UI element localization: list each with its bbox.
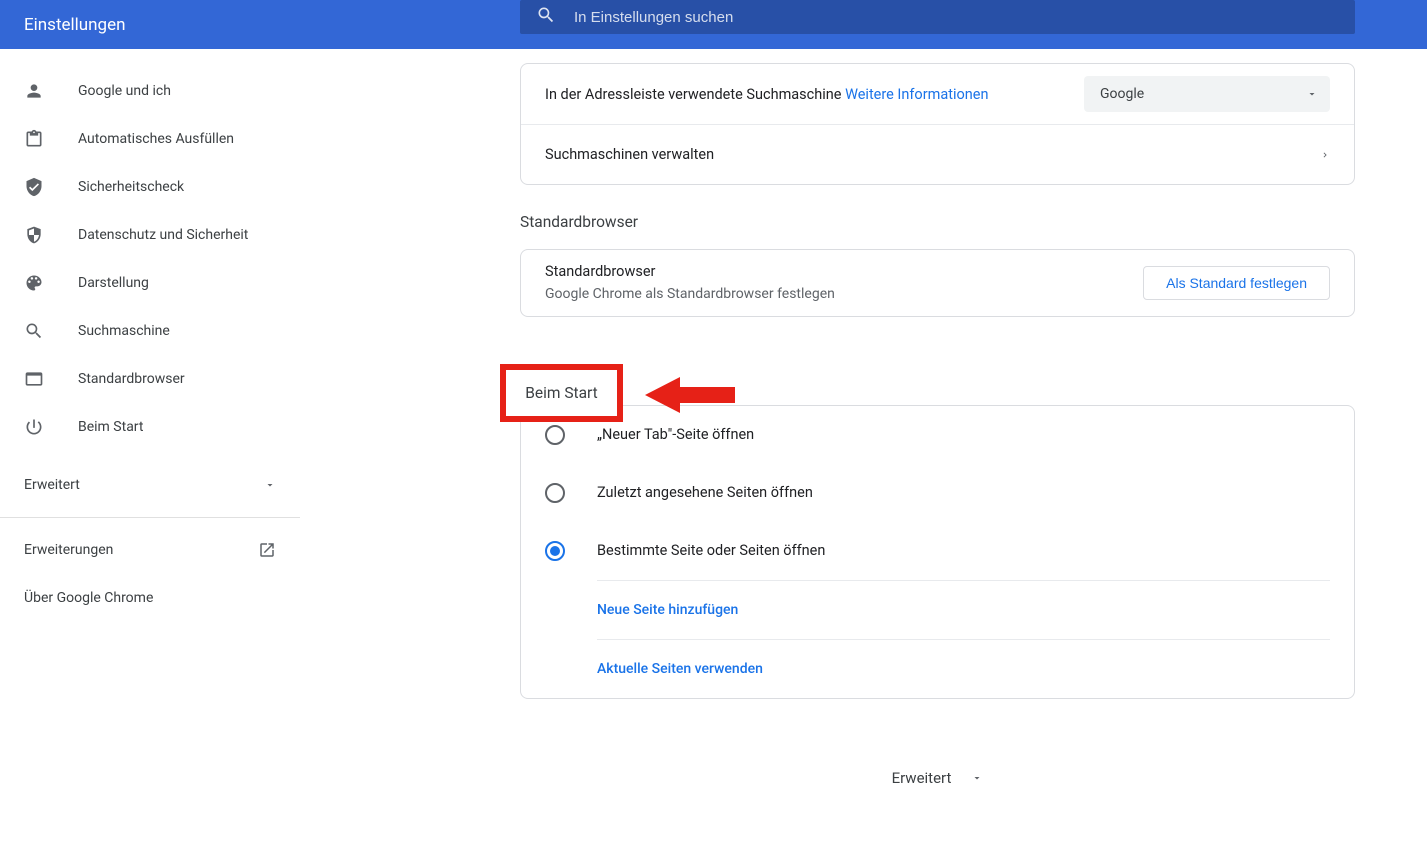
chevron-down-icon <box>971 772 983 784</box>
startup-option-continue[interactable]: Zuletzt angesehene Seiten öffnen <box>521 464 1354 522</box>
manage-search-engines-row[interactable]: Suchmaschinen verwalten <box>521 124 1354 184</box>
sidebar-item-label: Datenschutz und Sicherheit <box>78 227 248 243</box>
option-label: Zuletzt angesehene Seiten öffnen <box>597 484 813 501</box>
option-label: Bestimmte Seite oder Seiten öffnen <box>597 542 825 559</box>
header: Einstellungen <box>0 0 1427 49</box>
search-box[interactable] <box>520 0 1355 34</box>
search-engine-card: In der Adressleiste verwendete Suchmasch… <box>520 63 1355 185</box>
shield-icon <box>24 225 44 245</box>
extensions-label: Erweiterungen <box>24 542 113 558</box>
default-browser-row: Standardbrowser Google Chrome als Standa… <box>521 250 1354 316</box>
sidebar-item-label: Automatisches Ausfüllen <box>78 131 234 147</box>
sidebar-item-google-and-me[interactable]: Google und ich <box>0 67 300 115</box>
chevron-down-icon <box>1306 88 1318 100</box>
startup-option-specific-pages[interactable]: Bestimmte Seite oder Seiten öffnen <box>521 522 1354 580</box>
annotation-highlight-box: Beim Start <box>500 364 623 422</box>
palette-icon <box>24 273 44 293</box>
startup-options-card: „Neuer Tab"-Seite öffnen Zuletzt angeseh… <box>520 405 1355 699</box>
sidebar-divider <box>0 517 300 518</box>
set-default-button[interactable]: Als Standard festlegen <box>1143 266 1330 300</box>
option-label: „Neuer Tab"-Seite öffnen <box>597 426 754 443</box>
sidebar-item-autofill[interactable]: Automatisches Ausfüllen <box>0 115 300 163</box>
chevron-right-icon <box>1320 150 1330 160</box>
search-engine-text: In der Adressleiste verwendete Suchmasch… <box>545 86 988 103</box>
default-browser-card: Standardbrowser Google Chrome als Standa… <box>520 249 1355 317</box>
main-advanced-toggle[interactable]: Erweitert <box>520 769 1355 787</box>
search-engine-setting-row: In der Adressleiste verwendete Suchmasch… <box>521 64 1354 124</box>
manage-search-label: Suchmaschinen verwalten <box>545 146 714 163</box>
sidebar-item-privacy-security[interactable]: Datenschutz und Sicherheit <box>0 211 300 259</box>
sidebar-item-label: Suchmaschine <box>78 323 170 339</box>
default-browser-subtitle: Google Chrome als Standardbrowser festle… <box>545 283 835 305</box>
advanced-label: Erweitert <box>892 769 952 787</box>
page-title: Einstellungen <box>24 15 126 35</box>
sidebar-extensions[interactable]: Erweiterungen <box>0 526 300 574</box>
shield-check-icon <box>24 177 44 197</box>
sidebar-item-label: Google und ich <box>78 83 171 99</box>
sidebar-about-chrome[interactable]: Über Google Chrome <box>0 574 300 622</box>
use-current-label: Aktuelle Seiten verwenden <box>597 661 763 677</box>
person-icon <box>24 81 44 101</box>
learn-more-link[interactable]: Weitere Informationen <box>845 86 988 103</box>
advanced-label: Erweitert <box>24 477 80 493</box>
search-engine-desc: In der Adressleiste verwendete Suchmasch… <box>545 86 841 103</box>
default-browser-section-title: Standardbrowser <box>520 185 1355 249</box>
sidebar-item-appearance[interactable]: Darstellung <box>0 259 300 307</box>
main-content: In der Adressleiste verwendete Suchmasch… <box>300 49 1427 865</box>
sidebar-item-label: Beim Start <box>78 419 143 435</box>
about-label: Über Google Chrome <box>24 590 153 606</box>
sidebar-item-default-browser[interactable]: Standardbrowser <box>0 355 300 403</box>
use-current-pages-option[interactable]: Aktuelle Seiten verwenden <box>521 640 1354 698</box>
browser-icon <box>24 369 44 389</box>
radio-icon <box>545 483 565 503</box>
radio-checked-icon <box>545 541 565 561</box>
sidebar-item-on-startup[interactable]: Beim Start <box>0 403 300 451</box>
power-icon <box>24 417 44 437</box>
search-icon <box>536 5 556 29</box>
dropdown-value: Google <box>1100 86 1144 102</box>
radio-icon <box>545 425 565 445</box>
sidebar-item-label: Darstellung <box>78 275 149 291</box>
default-browser-title: Standardbrowser <box>545 260 835 283</box>
sidebar-item-label: Sicherheitscheck <box>78 179 184 195</box>
chevron-down-icon <box>264 479 276 491</box>
clipboard-icon <box>24 129 44 149</box>
sidebar-item-search-engine[interactable]: Suchmaschine <box>0 307 300 355</box>
sidebar-item-label: Standardbrowser <box>78 371 185 387</box>
open-external-icon <box>258 541 276 559</box>
sidebar: Google und ich Automatisches Ausfüllen S… <box>0 49 300 865</box>
search-engine-dropdown[interactable]: Google <box>1084 76 1330 112</box>
add-page-label: Neue Seite hinzufügen <box>597 602 738 618</box>
sidebar-item-safety-check[interactable]: Sicherheitscheck <box>0 163 300 211</box>
startup-section-title: Beim Start <box>525 384 598 402</box>
sidebar-advanced-toggle[interactable]: Erweitert <box>0 461 300 509</box>
add-new-page-option[interactable]: Neue Seite hinzufügen <box>521 581 1354 639</box>
annotation-arrow-left-icon <box>645 375 735 415</box>
search-input[interactable] <box>574 9 1339 26</box>
search-icon <box>24 321 44 341</box>
